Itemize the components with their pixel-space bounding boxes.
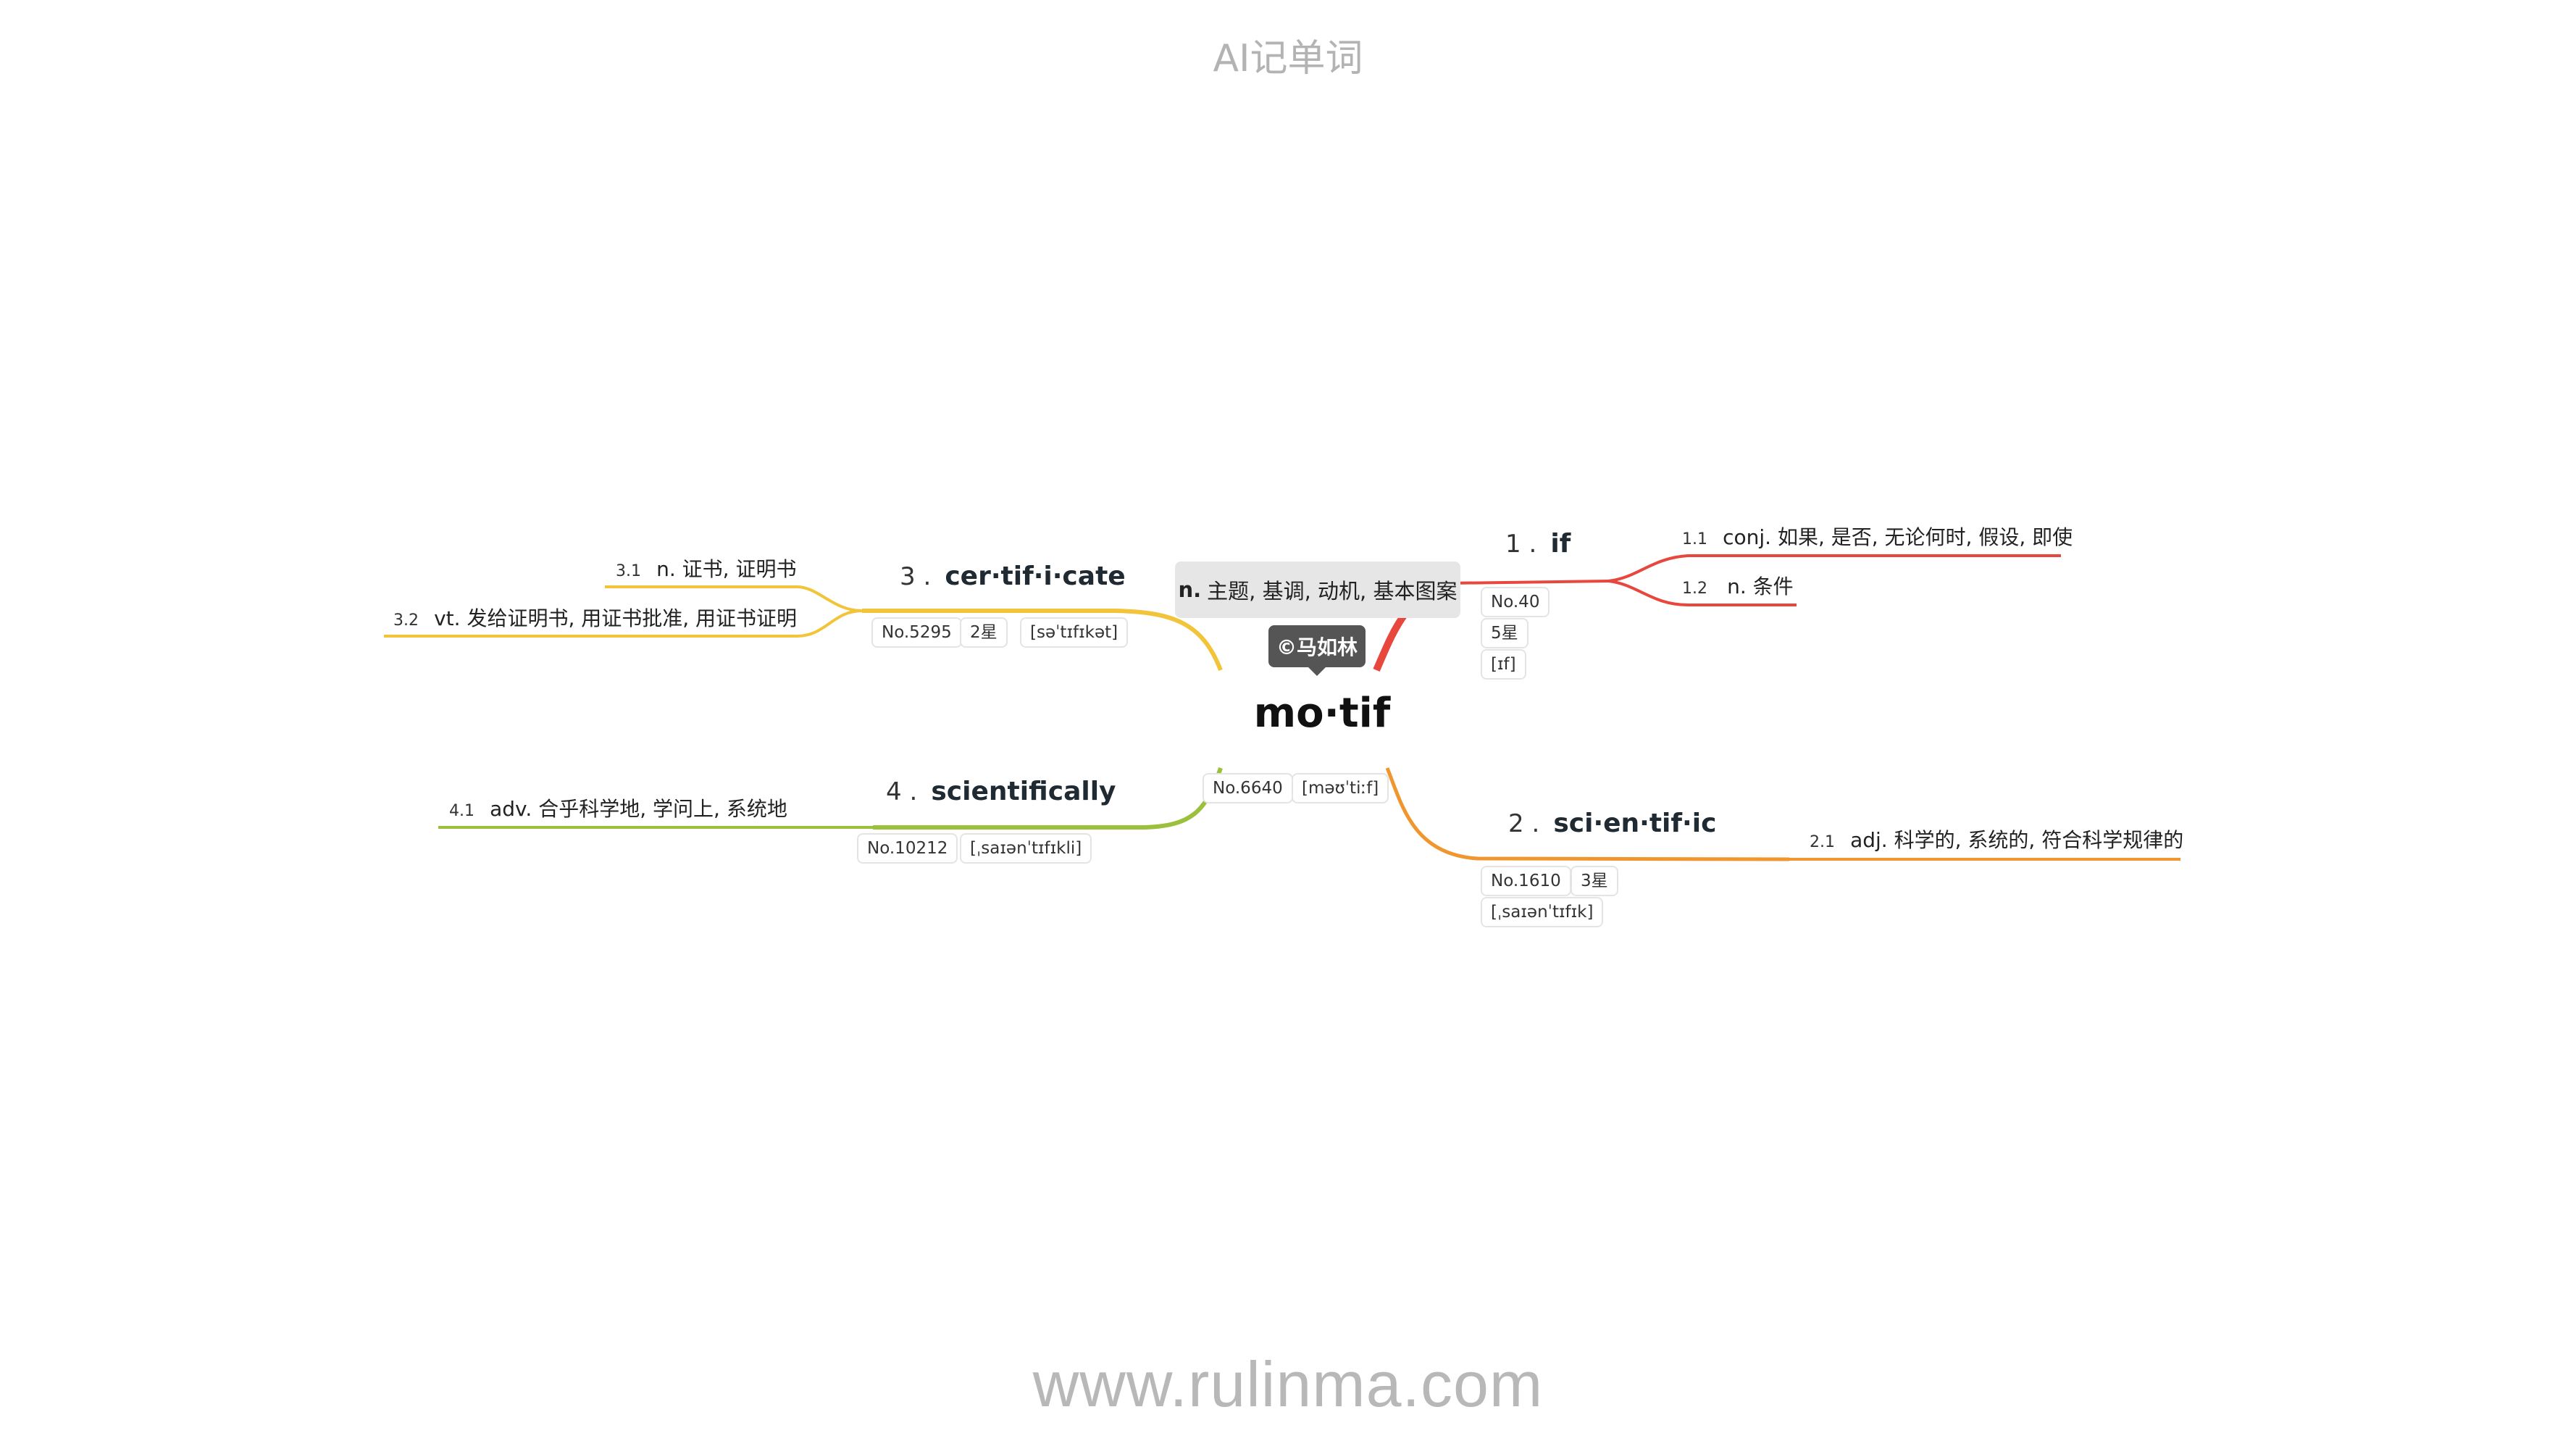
footer-url: www.rulinma.com [1032, 1348, 1544, 1420]
branch-2-phonetic-chip: [ˌsaɪənˈtɪfɪk] [1481, 897, 1604, 927]
sense-3-1-text: n. 证书, 证明书 [656, 557, 797, 581]
center-phonetic-chip: [məʊˈtiːf] [1292, 773, 1389, 803]
sense-3-2-number: 3.2 [393, 611, 419, 630]
branch-3-topic[interactable]: 3 . cer·tif·i·cate [900, 561, 1126, 591]
branch-1-number: 1 . [1505, 530, 1537, 559]
sense-2-1-number: 2.1 [1810, 833, 1835, 851]
sense-4-1-text: adv. 合乎科学地, 学问上, 系统地 [490, 797, 787, 821]
site-title: AI记单词 [1213, 37, 1363, 80]
center-definition-text: 主题, 基调, 动机, 基本图案 [1207, 579, 1458, 604]
branch-2-sense-1: 2.1 adj. 科学的, 系统的, 符合科学规律的 [1810, 824, 2183, 853]
sense-1-2-text: n. 条件 [1727, 575, 1794, 598]
branch-1-underline [1448, 580, 1609, 585]
branch-2-no-chip: No.1610 [1481, 866, 1571, 896]
center-word[interactable]: mo·tif [1231, 690, 1413, 737]
sense-1-2-number: 1.2 [1682, 580, 1707, 598]
branch-1-topic[interactable]: 1 . if [1505, 529, 1571, 559]
branch-4-phonetic-chip: [ˌsaɪənˈtɪfɪkli] [960, 833, 1092, 864]
sense-1-1-text: conj. 如果, 是否, 无论何时, 假设, 即使 [1723, 525, 2073, 549]
branch-2-topic[interactable]: 2 . sci·en·tif·ic [1508, 809, 1716, 838]
branch-1-sense-2: 1.2 n. 条件 [1682, 571, 1794, 600]
branch-1-no-chip: No.40 [1481, 587, 1550, 617]
branch-3-number: 3 . [900, 562, 932, 591]
branch-1-star-chip: 5星 [1481, 618, 1529, 648]
branch-3-phonetic-chip: [səˈtɪfɪkət] [1020, 617, 1129, 648]
branch-4-no-chip: No.10212 [857, 833, 958, 864]
branch-2-number: 2 . [1508, 809, 1540, 838]
sense-3-1-number: 3.1 [616, 562, 641, 580]
sense-3-2-text: vt. 发给证明书, 用证书批准, 用证书证明 [434, 606, 798, 630]
branch-3-no-chip: No.5295 [871, 617, 962, 648]
branch-1-sense-1: 1.1 conj. 如果, 是否, 无论何时, 假设, 即使 [1682, 522, 2073, 551]
branch-4-sense-1: 4.1 adv. 合乎科学地, 学问上, 系统地 [449, 793, 787, 822]
center-definition-pos: n. [1178, 577, 1202, 602]
branch-3-sense-1: 3.1 n. 证书, 证明书 [616, 554, 796, 582]
branch-3-sense-2: 3.2 vt. 发给证明书, 用证书批准, 用证书证明 [393, 603, 797, 632]
sense-4-1-number: 4.1 [449, 802, 474, 820]
center-definition: n. 主题, 基调, 动机, 基本图案 [1175, 561, 1460, 618]
center-no-chip: No.6640 [1203, 773, 1293, 803]
branch-4-number: 4 . [886, 777, 918, 806]
sense-2-1-text: adj. 科学的, 系统的, 符合科学规律的 [1850, 828, 2184, 852]
branch-1-word: if [1550, 529, 1571, 559]
copyright-badge: ©马如林 [1268, 625, 1366, 676]
branch-1-sense-1-line [1607, 554, 2061, 582]
branch-1-phonetic-chip: [ɪf] [1481, 649, 1526, 680]
branch-3-star-chip: 2星 [960, 617, 1008, 648]
branch-3-word: cer·tif·i·cate [945, 561, 1126, 591]
branch-2-star-chip: 3星 [1571, 866, 1618, 896]
branch-4-word: scientifically [931, 777, 1116, 806]
branch-4-topic[interactable]: 4 . scientifically [886, 777, 1116, 806]
sense-1-1-number: 1.1 [1682, 530, 1707, 548]
branch-2-word: sci·en·tif·ic [1553, 809, 1717, 838]
